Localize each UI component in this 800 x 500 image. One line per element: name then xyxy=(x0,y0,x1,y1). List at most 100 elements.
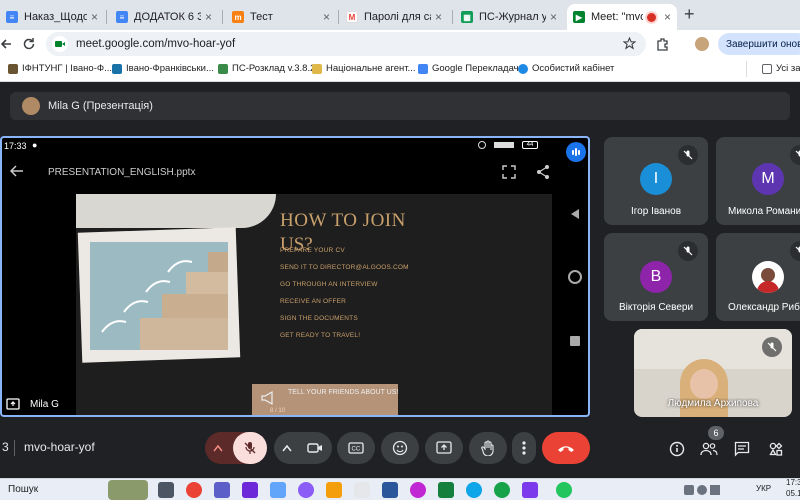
mic-toggle-button[interactable] xyxy=(233,432,267,464)
chrome-icon[interactable] xyxy=(556,482,572,498)
app-icon[interactable] xyxy=(270,482,286,498)
address-text: meet.google.com/mvo-hoar-yof xyxy=(76,38,236,50)
tab-title: Тест xyxy=(250,11,273,23)
participant-tile[interactable]: В Вікторія Севери xyxy=(604,233,708,321)
explorer-icon[interactable] xyxy=(326,482,342,498)
share-icon xyxy=(537,165,549,179)
slide-item: GO THROUGH AN INTERVIEW xyxy=(280,281,378,288)
close-tab-icon[interactable]: × xyxy=(205,10,212,24)
bookmark-nacionalne-agent[interactable]: Національне агент... xyxy=(312,63,415,74)
chrome-icon[interactable] xyxy=(186,482,202,498)
presenter-header: Mila G (Презентація) xyxy=(10,92,790,120)
bookmark-ifntung[interactable]: ІФНТУНГ | Івано-Ф... xyxy=(8,63,112,74)
bookmark-personal-cabinet[interactable]: Особистий кабінет xyxy=(518,63,614,74)
tab-nakaz[interactable]: ≡ Наказ_Щодо поді × xyxy=(0,4,104,30)
battery-indicator: 44 xyxy=(522,141,538,149)
telegram-icon[interactable] xyxy=(466,482,482,498)
tab-title: Meet: "mvo-h xyxy=(591,11,643,23)
camera-control-group xyxy=(274,432,332,464)
finish-update-button[interactable]: Завершити оновлен xyxy=(718,33,800,55)
tab-test[interactable]: m Тест × xyxy=(226,4,336,30)
chevron-up-icon[interactable] xyxy=(213,444,223,452)
phone-nav-recents-icon xyxy=(570,336,580,346)
weather-widget-icon[interactable] xyxy=(108,480,148,500)
taskbar-search[interactable]: Пошук xyxy=(8,484,38,495)
participant-avatar: M xyxy=(752,163,784,195)
docs-icon: ≡ xyxy=(6,11,18,23)
tab-meet[interactable]: ▶ Meet: "mvo-h × xyxy=(567,4,677,30)
camera-toggle-button[interactable] xyxy=(298,432,332,464)
participant-avatar: В xyxy=(640,261,672,293)
app-icon[interactable] xyxy=(354,482,370,498)
back-arrow-icon[interactable] xyxy=(0,38,12,50)
moodle-icon: m xyxy=(232,11,244,23)
close-tab-icon[interactable]: × xyxy=(664,10,671,24)
activities-button[interactable] xyxy=(765,438,787,460)
raise-hand-button[interactable] xyxy=(469,432,507,464)
more-options-button[interactable] xyxy=(512,432,536,464)
people-count-badge: 6 xyxy=(708,426,724,440)
reload-icon[interactable] xyxy=(22,37,36,51)
windows-taskbar: Пошук УКР 17:3 05.10.2 xyxy=(0,478,800,500)
bookmark-divider xyxy=(746,61,747,77)
tab-paroli[interactable]: M Паролі для самор × xyxy=(340,4,448,30)
phone-nav-back-icon xyxy=(571,209,579,219)
captions-icon: CC xyxy=(348,442,364,454)
chrome-icon[interactable] xyxy=(494,482,510,498)
present-button[interactable] xyxy=(425,432,463,464)
bookmark-google-translate[interactable]: Google Перекладач xyxy=(418,63,519,74)
word-icon[interactable] xyxy=(382,482,398,498)
teams-icon[interactable] xyxy=(214,482,230,498)
close-tab-icon[interactable]: × xyxy=(91,10,98,24)
close-tab-icon[interactable]: × xyxy=(435,10,442,24)
bookmark-star-icon[interactable] xyxy=(623,37,636,50)
participant-name: Ігор Іванов xyxy=(630,206,682,217)
mic-off-icon xyxy=(678,145,698,165)
tab-title: ПС-Журнал успіш xyxy=(479,11,546,23)
participant-tile[interactable]: І Ігор Іванов xyxy=(604,137,708,225)
new-tab-button[interactable]: + xyxy=(684,4,695,24)
task-view-icon[interactable] xyxy=(158,482,174,498)
language-indicator[interactable]: УКР xyxy=(756,484,771,493)
tray-icons[interactable] xyxy=(684,482,734,498)
bookmark-label: Усі закл xyxy=(776,63,800,74)
extensions-icon[interactable] xyxy=(656,37,670,51)
reactions-button[interactable] xyxy=(381,432,419,464)
site-info-icon[interactable] xyxy=(52,36,68,52)
chat-button[interactable] xyxy=(731,438,753,460)
store-icon[interactable] xyxy=(242,482,258,498)
bookmark-label: Google Перекладач xyxy=(432,63,519,74)
tab-zhurnal[interactable]: ▦ ПС-Журнал успіш × xyxy=(455,4,563,30)
all-bookmarks[interactable]: Усі закл xyxy=(762,63,800,74)
slide-item: PREPARE YOUR CV xyxy=(280,247,345,254)
slide-cta: TELL YOUR FRIENDS ABOUT US! xyxy=(288,389,399,396)
chevron-up-icon[interactable] xyxy=(282,444,292,452)
participant-video-tile[interactable]: Людмила Архипова xyxy=(634,329,792,417)
app-icon[interactable] xyxy=(298,482,314,498)
leave-call-button[interactable] xyxy=(542,432,590,464)
svg-text:CC: CC xyxy=(352,447,361,453)
participant-tile[interactable]: Олександр Риб xyxy=(716,233,800,321)
app-icon[interactable] xyxy=(410,482,426,498)
bookmark-ivano-frankivsk[interactable]: Івано-Франківськи... xyxy=(112,63,214,74)
presenter-label: Mila G (Презентація) xyxy=(48,100,153,112)
captions-button[interactable]: CC xyxy=(337,432,375,464)
app-icon[interactable] xyxy=(522,482,538,498)
profile-avatar[interactable] xyxy=(694,36,710,52)
close-tab-icon[interactable]: × xyxy=(550,10,557,24)
close-tab-icon[interactable]: × xyxy=(323,10,330,24)
address-bar[interactable]: meet.google.com/mvo-hoar-yof xyxy=(46,32,646,56)
presentation-tile[interactable]: 17:33 ● 44 PRESENTATION_ENGLISH.pptx HOW… xyxy=(0,136,590,417)
bookmark-ps-rozklad[interactable]: ПС-Розклад v.3.8.2 xyxy=(218,63,315,74)
phone-time: 17:33 xyxy=(4,141,27,151)
participant-tile[interactable]: M Микола Романи xyxy=(716,137,800,225)
meeting-details-button[interactable] xyxy=(666,438,688,460)
clock-date[interactable]: 05.10.2 xyxy=(786,489,800,498)
app-icon[interactable] xyxy=(438,482,454,498)
meeting-number: 3 xyxy=(2,440,9,454)
people-button[interactable] xyxy=(698,438,720,460)
clock-time[interactable]: 17:3 xyxy=(786,478,800,487)
mic-off-icon xyxy=(678,241,698,261)
browser-toolbar: meet.google.com/mvo-hoar-yof Завершити о… xyxy=(0,30,800,58)
tab-dodatok[interactable]: ≡ ДОДАТОК 6 Заоч × xyxy=(110,4,218,30)
